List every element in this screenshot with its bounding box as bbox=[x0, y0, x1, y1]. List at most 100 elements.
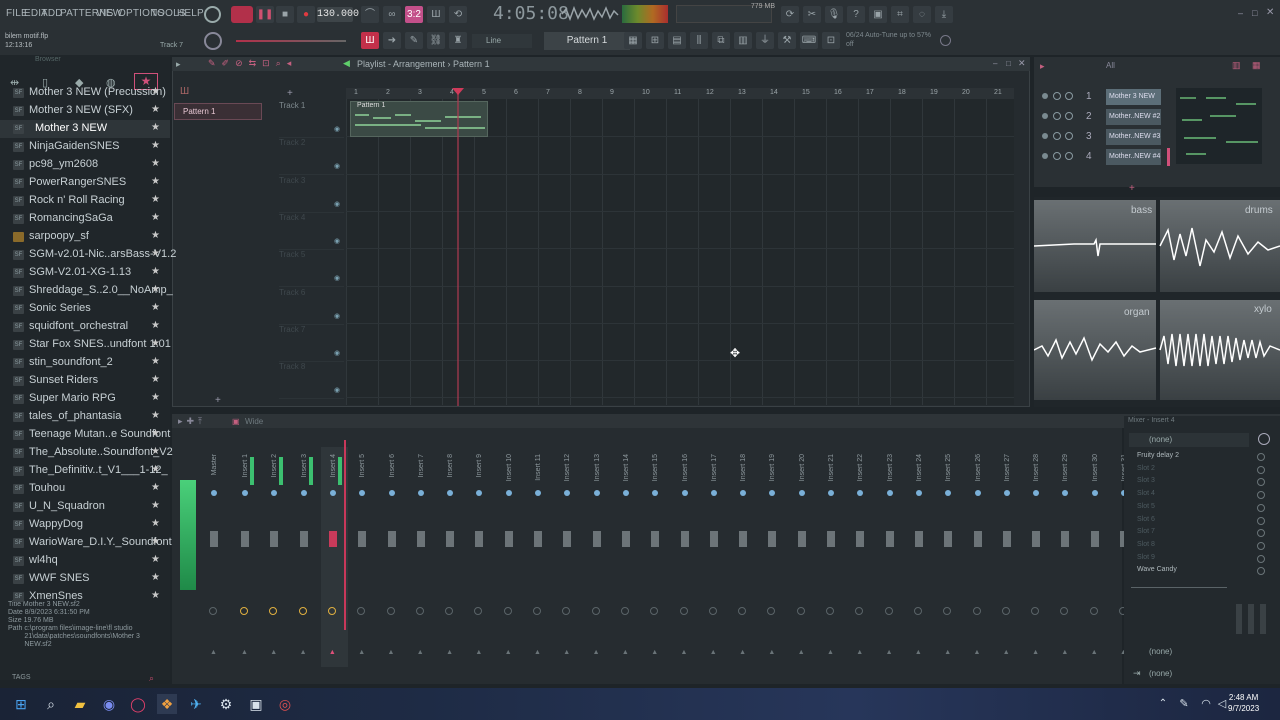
plug-icon[interactable]: ⏚ bbox=[756, 32, 774, 49]
mixer-view-icon[interactable]: ▣ bbox=[232, 417, 240, 426]
favorite-star-icon[interactable]: ★ bbox=[151, 590, 160, 601]
track-mute-icon[interactable]: ◉ bbox=[334, 162, 340, 170]
strip-pan-knob-icon[interactable] bbox=[1033, 490, 1040, 496]
channel-led-icon[interactable] bbox=[1042, 93, 1048, 99]
tray-chevron-icon[interactable]: ⌃ bbox=[1153, 694, 1173, 714]
strip-fader[interactable] bbox=[358, 531, 367, 547]
network-app-icon[interactable]: ▣ bbox=[246, 694, 266, 714]
favorite-star-icon[interactable]: ★ bbox=[151, 266, 160, 277]
countdown-button[interactable]: 3:2 bbox=[405, 6, 423, 23]
strip-pan-knob-icon[interactable] bbox=[915, 490, 922, 496]
favorite-star-icon[interactable]: ★ bbox=[151, 158, 160, 169]
mixer-strip-17[interactable]: Insert 17 ▲ bbox=[702, 447, 729, 667]
strip-send-arrow-icon[interactable]: ▲ bbox=[622, 649, 629, 656]
channel-pan-knob-icon[interactable] bbox=[1053, 152, 1061, 160]
strip-fader[interactable] bbox=[241, 531, 249, 547]
master-volume-slider[interactable] bbox=[236, 40, 346, 42]
strip-route-icon[interactable] bbox=[767, 607, 776, 615]
strip-fader[interactable] bbox=[1002, 531, 1011, 547]
channel-led-icon[interactable] bbox=[1042, 113, 1048, 119]
strip-pan-knob-icon[interactable] bbox=[798, 490, 805, 496]
snap-selector[interactable]: Line bbox=[472, 34, 532, 48]
strip-route-icon[interactable] bbox=[1060, 607, 1069, 615]
record-button[interactable]: ● bbox=[297, 6, 315, 23]
mixer-strip-3[interactable]: Insert 3 ▲ bbox=[292, 447, 319, 667]
strip-send-arrow-icon[interactable]: ▲ bbox=[681, 649, 688, 656]
channel-name-button[interactable]: Mother..NEW #3 bbox=[1106, 129, 1161, 145]
mixer-strip-13[interactable]: Insert 13 ▲ bbox=[585, 447, 612, 667]
channel-pan-knob-icon[interactable] bbox=[1053, 112, 1061, 120]
wrench-icon[interactable]: ⚒ bbox=[778, 32, 796, 49]
piano-roll-icon[interactable]: ▤ bbox=[668, 32, 686, 49]
track-header[interactable]: Track 3 ◉ bbox=[279, 176, 344, 213]
strip-route-icon[interactable] bbox=[503, 607, 512, 615]
browser-item[interactable]: SF PowerRangerSNES ★ bbox=[0, 174, 170, 192]
favorite-star-icon[interactable]: ★ bbox=[151, 212, 160, 223]
browser-item[interactable]: SF pc98_ym2608 ★ bbox=[0, 156, 170, 174]
playhead[interactable] bbox=[457, 88, 459, 406]
strip-route-icon[interactable] bbox=[474, 607, 483, 615]
strip-send-arrow-icon[interactable]: ▲ bbox=[827, 649, 834, 656]
strip-send-arrow-icon[interactable]: ▲ bbox=[505, 649, 512, 656]
strip-fader[interactable] bbox=[563, 531, 572, 547]
favorite-star-icon[interactable]: ★ bbox=[151, 86, 160, 97]
browser-item[interactable]: SF WarioWare_D.I.Y._Soundfont ★ bbox=[0, 534, 172, 552]
effect-slot[interactable]: Slot 9 bbox=[1137, 554, 1265, 563]
browser-item[interactable]: SF WappyDog ★ bbox=[0, 516, 170, 534]
mixer-strip-16[interactable]: Insert 16 ▲ bbox=[673, 447, 700, 667]
strip-send-arrow-icon[interactable]: ▲ bbox=[270, 649, 277, 656]
channel-led-icon[interactable] bbox=[1042, 153, 1048, 159]
output-icon[interactable]: ⇥ bbox=[1133, 668, 1141, 679]
pattern-list-icon[interactable]: Ш bbox=[180, 86, 189, 97]
strip-send-arrow-icon[interactable]: ▲ bbox=[974, 649, 981, 656]
strip-fader[interactable] bbox=[651, 531, 660, 547]
mixer-strip-5[interactable]: Insert 5 ▲ bbox=[350, 447, 377, 667]
playlist-menu-icon[interactable]: ▸ bbox=[176, 59, 181, 70]
strip-pan-knob-icon[interactable] bbox=[388, 490, 395, 496]
strip-send-arrow-icon[interactable]: ▲ bbox=[358, 649, 365, 656]
fl-studio-icon[interactable]: ❖ bbox=[157, 694, 177, 714]
eq-band-2-slider[interactable] bbox=[1248, 604, 1254, 634]
mixer-strip-22[interactable]: Insert 22 ▲ bbox=[848, 447, 875, 667]
strip-pan-knob-icon[interactable] bbox=[564, 490, 571, 496]
track-mute-icon[interactable]: ◉ bbox=[334, 237, 340, 245]
track-header[interactable]: Track 8 ◉ bbox=[279, 362, 344, 400]
playlist-tools[interactable]: ✎✐⊘⇆⊡⌕◂ bbox=[208, 58, 338, 70]
strip-route-icon[interactable] bbox=[562, 607, 571, 615]
blend-icon[interactable]: ∞ bbox=[383, 6, 401, 23]
strip-fader[interactable] bbox=[270, 531, 279, 547]
browser-item[interactable]: SF tales_of_phantasia ★ bbox=[0, 408, 170, 426]
browser-item[interactable]: SF Mother 3 NEW ★ bbox=[0, 120, 170, 138]
browser-item[interactable]: SF WWF SNES ★ bbox=[0, 570, 170, 588]
strip-pan-knob-icon[interactable] bbox=[535, 490, 541, 496]
playlist-maximize-icon[interactable]: □ bbox=[1006, 59, 1011, 68]
track-header[interactable]: Track 5 ◉ bbox=[279, 250, 344, 288]
browser-item[interactable]: SF Super Mario RPG ★ bbox=[0, 390, 170, 408]
strip-pan-knob-icon[interactable] bbox=[417, 490, 424, 496]
strip-send-arrow-icon[interactable]: ▲ bbox=[475, 649, 482, 656]
output-out-selector[interactable]: (none) bbox=[1149, 669, 1172, 678]
song-position-display[interactable]: 4:05:08 bbox=[493, 3, 569, 24]
search-icon[interactable]: ⌕ bbox=[41, 694, 61, 714]
strip-fader[interactable] bbox=[534, 531, 542, 547]
rack-filter[interactable]: All bbox=[1106, 61, 1115, 70]
strip-pan-knob-icon[interactable] bbox=[886, 490, 893, 496]
channel-pan-knob-icon[interactable] bbox=[1053, 132, 1061, 140]
strip-pan-knob-icon[interactable] bbox=[857, 490, 864, 496]
strip-fader[interactable] bbox=[504, 531, 513, 547]
slot-enable-icon[interactable] bbox=[1257, 554, 1265, 563]
opera-icon[interactable]: ◯ bbox=[128, 694, 148, 714]
pitch-knob-icon[interactable] bbox=[204, 32, 222, 50]
browser-item[interactable]: SF The_Definitiv..t_V1___1-12_ ★ bbox=[0, 462, 170, 480]
channel-name-button[interactable]: Mother..NEW #2 bbox=[1106, 109, 1161, 125]
mixer-strip-7[interactable]: Insert 7 ▲ bbox=[409, 447, 436, 667]
effect-slot[interactable]: Wave Candy bbox=[1137, 566, 1265, 576]
strip-route-icon[interactable] bbox=[826, 607, 834, 615]
browser-item[interactable]: SF SGM-v2.01-Nic..arsBass-V1.2 ★ bbox=[0, 246, 176, 264]
mixer-strip-2[interactable]: Insert 2 ▲ bbox=[262, 447, 289, 667]
favorite-star-icon[interactable]: ★ bbox=[151, 554, 160, 565]
strip-send-arrow-icon[interactable]: ▲ bbox=[856, 649, 863, 656]
favorite-star-icon[interactable]: ★ bbox=[151, 410, 160, 421]
strip-route-icon[interactable] bbox=[533, 607, 541, 615]
arrow-right-icon[interactable]: ➜ bbox=[383, 32, 401, 49]
